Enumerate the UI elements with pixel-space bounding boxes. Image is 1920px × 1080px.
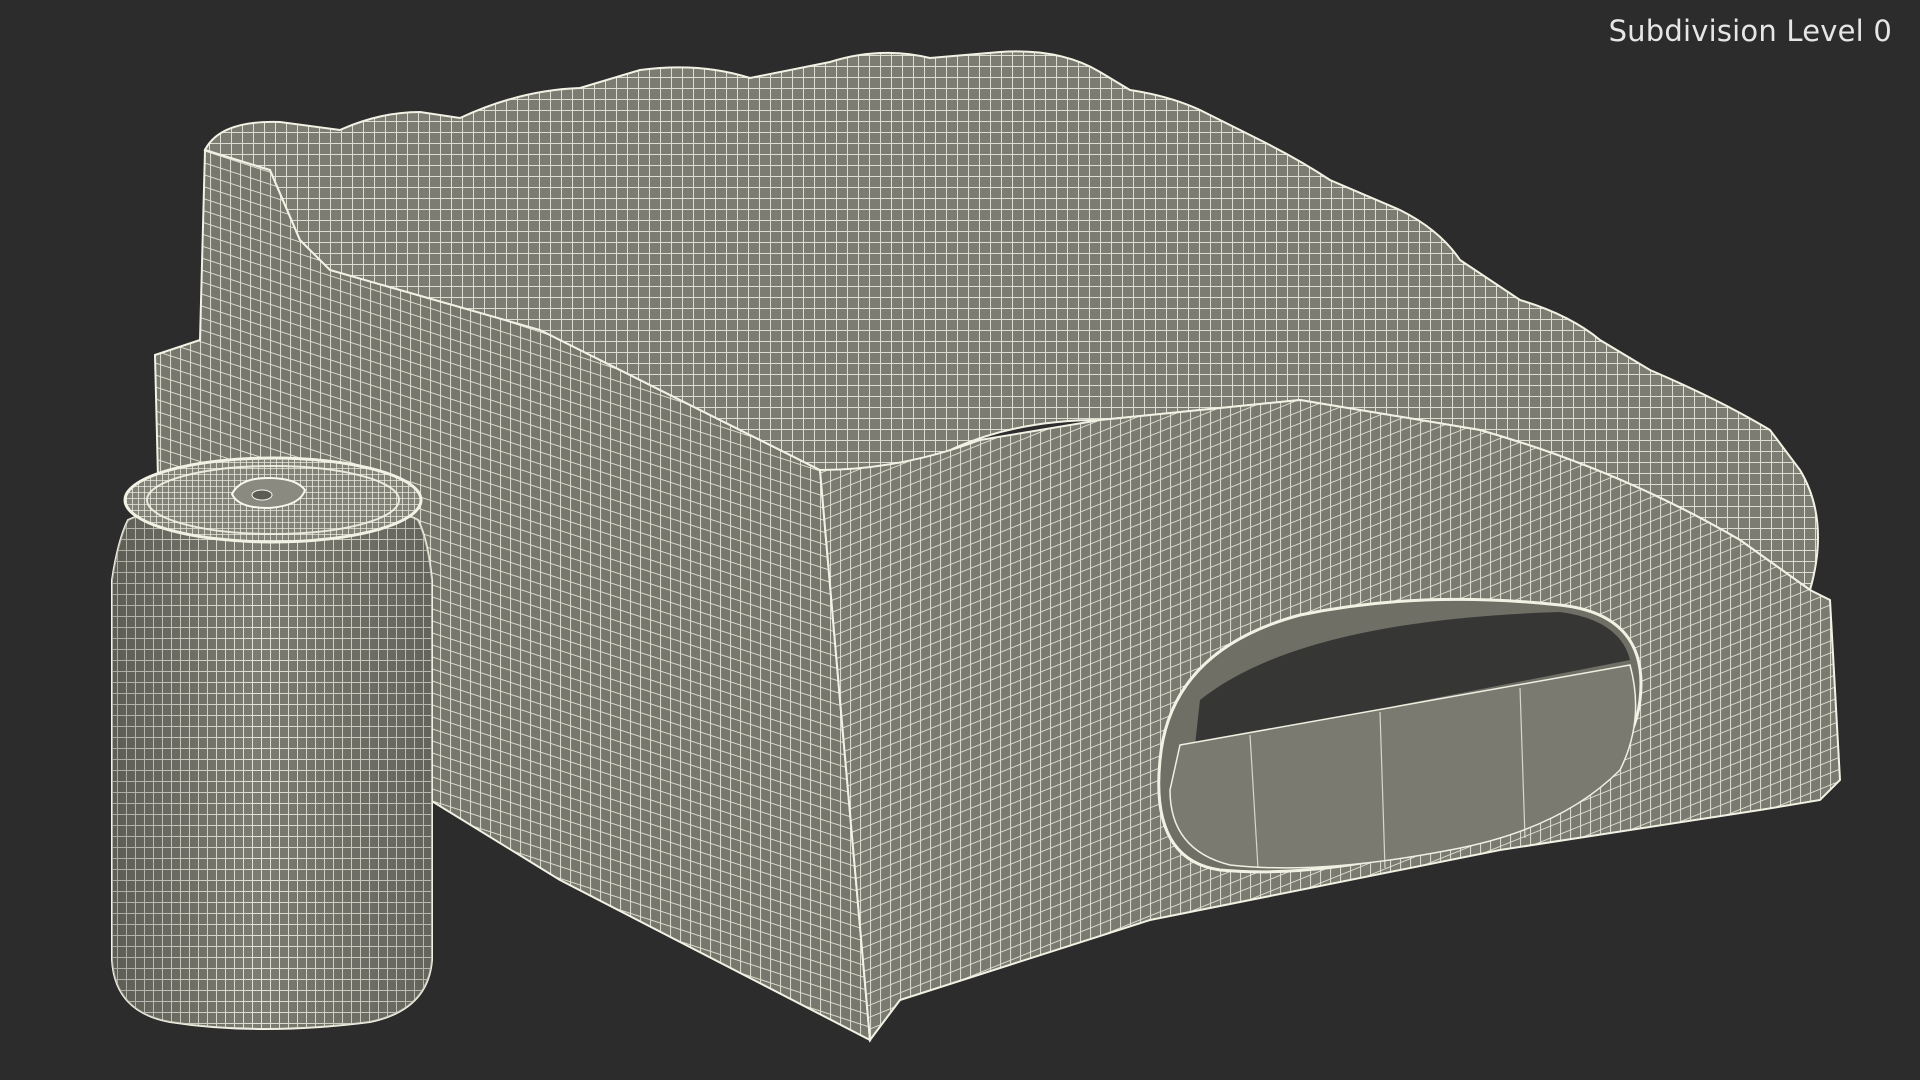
can-body-shading — [112, 498, 432, 1029]
wireframe-render — [111, 50, 1842, 1043]
subdivision-level-label: Subdivision Level 0 — [1608, 14, 1892, 48]
can-tab-hole — [251, 489, 273, 501]
3d-viewport[interactable]: Subdivision Level 0 — [0, 0, 1920, 1080]
